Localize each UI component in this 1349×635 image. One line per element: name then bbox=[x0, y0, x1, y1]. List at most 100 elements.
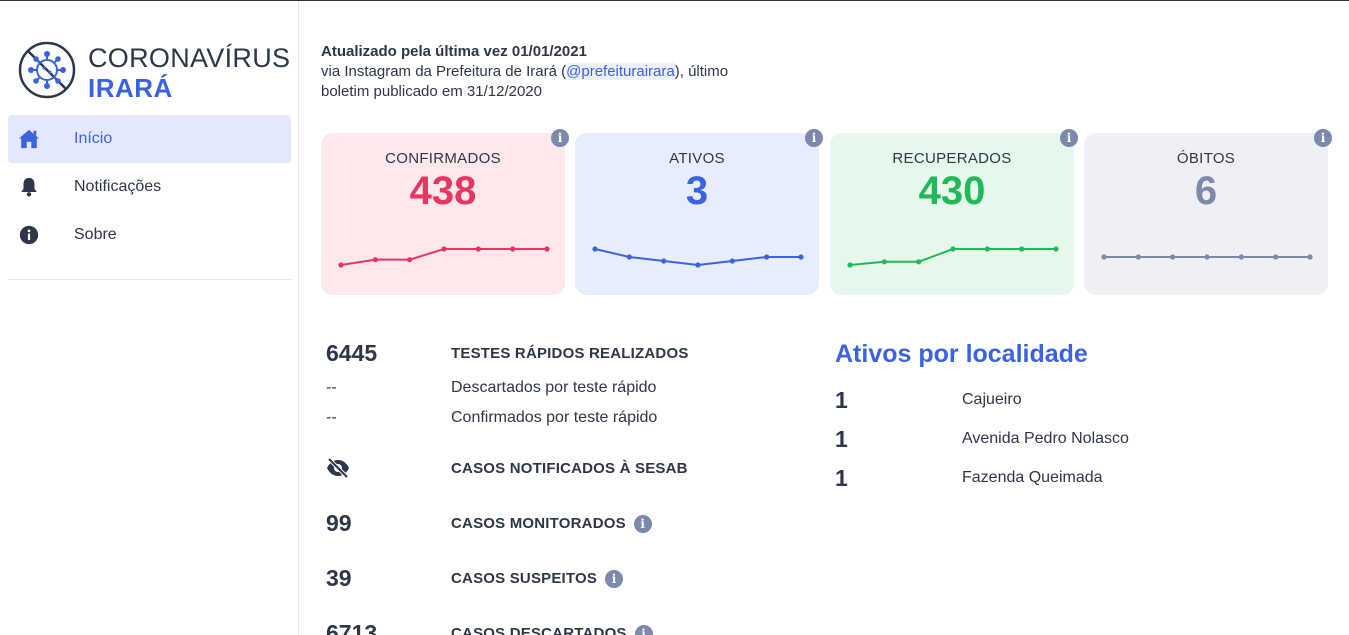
card-value: 430 bbox=[918, 169, 986, 213]
update-bulletin-date: boletim publicado em 31/12/2020 bbox=[321, 83, 542, 100]
bell-icon bbox=[21, 177, 37, 197]
stat-label-wrap: CASOS DESCARTADOS i bbox=[451, 625, 653, 635]
sparkline-point bbox=[1101, 254, 1107, 260]
sparkline-point bbox=[1170, 254, 1176, 260]
sidebar-item-sobre[interactable]: Sobre bbox=[8, 211, 291, 259]
stat-testes-rapidos: 6445 TESTES RÁPIDOS REALIZADOS bbox=[326, 340, 806, 370]
card-label: ATIVOS bbox=[669, 150, 725, 167]
locality-row: 1 Fazenda Queimada bbox=[835, 465, 1315, 495]
sparkline-point bbox=[847, 262, 853, 268]
stat-confirmados-rapido: -- Confirmados por teste rápido bbox=[326, 407, 806, 437]
card-label: RECUPERADOS bbox=[892, 150, 1012, 167]
stat-notificados-sesab: CASOS NOTIFICADOS À SESAB bbox=[326, 455, 806, 485]
sidebar-divider bbox=[8, 279, 291, 280]
sparkline-point bbox=[764, 254, 770, 260]
info-icon[interactable]: i bbox=[805, 129, 823, 147]
stat-value: 99 bbox=[326, 510, 352, 536]
stat-value: 39 bbox=[326, 565, 352, 591]
stat-label: Descartados por teste rápido bbox=[451, 379, 657, 396]
card-confirmados: i CONFIRMADOS 438 bbox=[321, 129, 569, 295]
sparkline-point bbox=[407, 257, 413, 263]
stat-label: TESTES RÁPIDOS REALIZADOS bbox=[451, 345, 689, 362]
locality-count: 1 bbox=[835, 387, 848, 413]
section-title: Ativos por localidade bbox=[835, 340, 1088, 368]
sidebar-nav: Início Notificações Sobre bbox=[8, 115, 291, 259]
card-label: ÓBITOS bbox=[1176, 150, 1236, 167]
sparkline-point bbox=[338, 262, 344, 268]
sparkline-point bbox=[1019, 246, 1025, 252]
brand-logo[interactable]: CORONAVÍRUS IRARÁ bbox=[18, 41, 290, 103]
sidebar: CORONAVÍRUS IRARÁ Início Notificações So… bbox=[0, 1, 299, 635]
sparkline-point bbox=[881, 259, 887, 265]
stat-monitorados: 99 CASOS MONITORADOS i bbox=[326, 510, 806, 540]
virus-crossed-icon bbox=[18, 41, 76, 99]
sparkline-point bbox=[798, 254, 804, 260]
info-icon[interactable]: i bbox=[1314, 129, 1332, 147]
stat-descartados-rapido: -- Descartados por teste rápido bbox=[326, 377, 806, 407]
sidebar-item-notificacoes[interactable]: Notificações bbox=[8, 163, 291, 211]
update-headline: Atualizado pela última vez 01/01/2021 bbox=[321, 43, 587, 60]
sparkline-point bbox=[661, 258, 667, 264]
sparkline-point bbox=[510, 246, 516, 252]
info-icon[interactable]: i bbox=[634, 625, 653, 635]
sidebar-item-label: Notificações bbox=[74, 178, 162, 195]
sparkline-point bbox=[626, 254, 632, 260]
stat-descartados: 6713 CASOS DESCARTADOS i bbox=[326, 620, 806, 635]
sparkline-point bbox=[729, 258, 735, 264]
info-icon[interactable]: i bbox=[633, 515, 652, 534]
sparkline-point bbox=[1273, 254, 1279, 260]
sparkline-point bbox=[695, 262, 701, 268]
stat-value: 6713 bbox=[326, 620, 378, 635]
trend-sparkline bbox=[847, 246, 1059, 268]
sparkline-point bbox=[1135, 254, 1141, 260]
brand-city: IRARÁ bbox=[88, 73, 173, 103]
sparkline-point bbox=[984, 246, 990, 252]
trend-sparkline bbox=[592, 246, 804, 268]
locality-count: 1 bbox=[835, 426, 848, 452]
sparkline-point bbox=[441, 246, 447, 252]
sidebar-item-label: Sobre bbox=[74, 226, 117, 243]
stat-suspeitos: 39 CASOS SUSPEITOS i bbox=[326, 565, 806, 595]
update-source-suffix: ), último bbox=[674, 63, 729, 80]
sparkline-point bbox=[950, 246, 956, 252]
stat-value: 6445 bbox=[326, 340, 378, 366]
stat-label-wrap: CASOS SUSPEITOS i bbox=[451, 570, 624, 589]
locality-name: Cajueiro bbox=[962, 391, 1022, 408]
stat-label: CASOS SUSPEITOS bbox=[451, 570, 598, 587]
info-icon[interactable]: i bbox=[551, 129, 569, 147]
update-source-prefix: via Instagram da Prefeitura de Irará ( bbox=[321, 63, 567, 80]
locality-row: 1 Avenida Pedro Nolasco bbox=[835, 426, 1315, 456]
update-source: via Instagram da Prefeitura de Irará (@p… bbox=[321, 62, 801, 82]
card-recuperados: i RECUPERADOS 430 bbox=[830, 129, 1078, 295]
sidebar-item-label: Início bbox=[74, 130, 113, 147]
instagram-handle-link[interactable]: @prefeiturairara bbox=[566, 63, 675, 80]
sparkline-point bbox=[1053, 246, 1059, 252]
eye-slash-icon bbox=[327, 457, 349, 479]
card-obitos: i ÓBITOS 6 bbox=[1084, 129, 1332, 295]
info-icon bbox=[19, 225, 39, 245]
trend-sparkline bbox=[1101, 254, 1313, 260]
sparkline-point bbox=[372, 257, 378, 263]
locality-count: 1 bbox=[835, 465, 848, 491]
info-icon[interactable]: i bbox=[605, 570, 624, 589]
sidebar-item-inicio[interactable]: Início bbox=[8, 115, 291, 163]
sparkline-point bbox=[916, 259, 922, 265]
update-info: Atualizado pela última vez 01/01/2021 vi… bbox=[321, 42, 801, 102]
sparkline-point bbox=[475, 246, 481, 252]
sparkline-point bbox=[1204, 254, 1210, 260]
stat-label: Confirmados por teste rápido bbox=[451, 409, 658, 426]
trend-sparkline bbox=[338, 246, 550, 268]
stat-label: CASOS DESCARTADOS bbox=[451, 625, 627, 635]
stat-label: CASOS MONITORADOS bbox=[451, 515, 626, 532]
locality-name: Fazenda Queimada bbox=[962, 469, 1103, 486]
card-ativos: i ATIVOS 3 bbox=[575, 129, 823, 295]
card-value: 438 bbox=[409, 169, 477, 213]
stat-value: -- bbox=[326, 409, 337, 426]
sparkline-point bbox=[544, 246, 550, 252]
sparkline-point bbox=[1307, 254, 1313, 260]
sparkline-point bbox=[1238, 254, 1244, 260]
home-icon bbox=[18, 129, 40, 149]
card-value: 6 bbox=[1194, 169, 1218, 213]
stat-label-wrap: CASOS MONITORADOS i bbox=[451, 515, 652, 534]
info-icon[interactable]: i bbox=[1060, 129, 1078, 147]
